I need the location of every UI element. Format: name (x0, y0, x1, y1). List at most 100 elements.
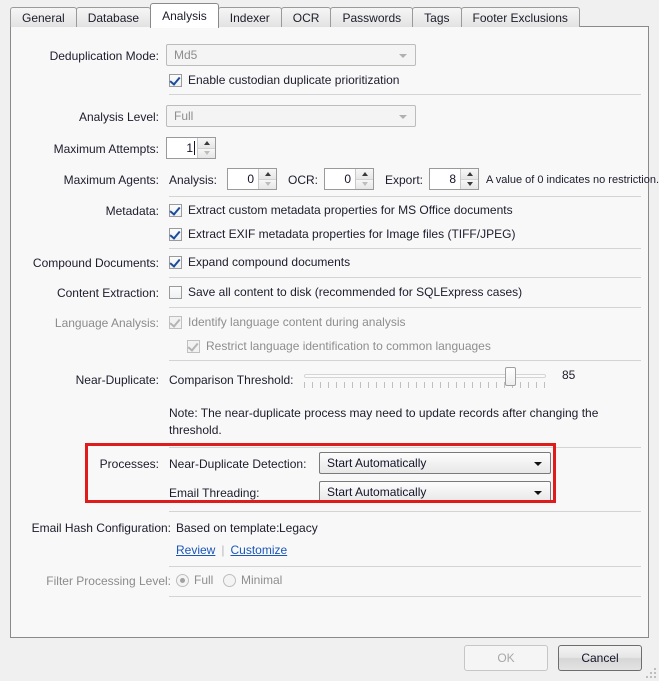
tab-tags[interactable]: Tags (412, 7, 462, 27)
maximum-agents-ocr-value[interactable]: 0 (325, 169, 355, 189)
resize-grip[interactable] (644, 666, 656, 678)
maximum-attempts-label: Maximum Attempts: (53, 142, 159, 156)
metadata-exif-row[interactable]: Extract EXIF metadata properties for Ima… (169, 227, 515, 241)
stepper-up-button[interactable] (259, 169, 276, 180)
language-analysis-label: Language Analysis: (54, 316, 159, 330)
custodian-prioritization-checkbox[interactable] (169, 73, 182, 87)
stepper-down-button[interactable] (259, 179, 276, 189)
ok-button[interactable]: OK (464, 645, 548, 671)
maximum-attempts-stepper[interactable]: 1 (166, 137, 216, 159)
slider-thumb[interactable] (504, 367, 516, 386)
save-content-to-disk-checkbox[interactable] (169, 285, 182, 299)
metadata-label: Metadata: (105, 204, 159, 218)
tab-analysis[interactable]: Analysis (150, 3, 219, 28)
tab-database[interactable]: Database (75, 7, 152, 27)
chevron-down-icon (399, 115, 407, 119)
filter-level-minimal-radio[interactable] (223, 573, 236, 587)
maximum-agents-label: Maximum Agents: (63, 173, 159, 187)
tab-indexer[interactable]: Indexer (217, 7, 282, 27)
expand-compound-documents-row[interactable]: Expand compound documents (169, 255, 350, 269)
tab-passwords[interactable]: Passwords (330, 7, 414, 27)
triangle-up-icon (466, 171, 473, 176)
email-hash-links: Review | Customize (176, 543, 287, 557)
maximum-agents-analysis-stepper[interactable]: 0 (227, 168, 277, 190)
stepper-up-button[interactable] (198, 138, 215, 149)
check-icon (169, 315, 181, 328)
deduplication-mode-value: Md5 (174, 48, 198, 62)
metadata-exif-checkbox[interactable] (169, 227, 182, 241)
stepper-down-button[interactable] (198, 148, 215, 158)
near-duplicate-note: Note: The near-duplicate process may nee… (169, 406, 599, 437)
metadata-exif-label: Extract EXIF metadata properties for Ima… (188, 227, 516, 241)
settings-dialog: General Database Analysis Indexer OCR Pa… (0, 0, 659, 681)
cancel-button[interactable]: Cancel (558, 645, 642, 671)
metadata-office-checkbox[interactable] (169, 203, 182, 217)
review-link[interactable]: Review (176, 543, 215, 557)
stepper-down-button[interactable] (461, 179, 478, 189)
stepper-buttons (258, 169, 276, 189)
analysis-level-combo[interactable]: Full (166, 105, 416, 127)
save-content-to-disk-row[interactable]: Save all content to disk (recommended fo… (169, 285, 522, 299)
link-divider: | (221, 543, 225, 557)
metadata-office-label: Extract custom metadata properties for M… (188, 203, 513, 217)
chevron-down-icon (534, 462, 542, 466)
triangle-up-icon (264, 171, 271, 176)
tab-footer-exclusions[interactable]: Footer Exclusions (460, 7, 580, 27)
maximum-agents-export-value[interactable]: 8 (430, 169, 460, 189)
separator-1 (169, 94, 641, 95)
near-duplicate-detection-value: Start Automatically (327, 456, 427, 470)
stepper-down-button[interactable] (356, 179, 373, 189)
filter-level-full-label: Full (194, 573, 214, 587)
near-duplicate-detection-combo[interactable]: Start Automatically (319, 452, 551, 474)
check-icon (169, 255, 181, 268)
custodian-prioritization-row[interactable]: Enable custodian duplicate prioritizatio… (169, 73, 399, 87)
tab-strip: General Database Analysis Indexer OCR Pa… (10, 3, 580, 28)
separator-8 (169, 511, 641, 512)
content-extraction-label: Content Extraction: (56, 286, 159, 300)
chevron-down-icon (534, 491, 542, 495)
stepper-up-button[interactable] (356, 169, 373, 180)
tab-general[interactable]: General (10, 7, 77, 27)
maximum-agents-ocr-stepper[interactable]: 0 (324, 168, 374, 190)
identify-language-row[interactable]: Identify language content during analysi… (169, 315, 405, 329)
maximum-agents-analysis-value[interactable]: 0 (228, 169, 258, 189)
maximum-agents-ocr-label: OCR: (288, 173, 318, 187)
separator-10 (169, 596, 641, 597)
email-threading-label: Email Threading: (169, 486, 260, 500)
separator-7 (169, 447, 641, 448)
custodian-prioritization-label: Enable custodian duplicate prioritizatio… (188, 73, 400, 87)
restrict-language-label: Restrict language identification to comm… (206, 339, 491, 353)
maximum-agents-export-stepper[interactable]: 8 (429, 168, 479, 190)
restrict-language-checkbox[interactable] (187, 339, 200, 353)
analysis-tab-panel: Deduplication Mode: Md5 Enable custodian… (10, 26, 659, 638)
stepper-buttons (460, 169, 478, 189)
identify-language-checkbox[interactable] (169, 315, 182, 329)
filter-level-full-radio[interactable] (176, 573, 189, 587)
check-icon (187, 339, 199, 352)
deduplication-mode-combo[interactable]: Md5 (166, 44, 416, 66)
near-duplicate-label: Near-Duplicate: (75, 373, 159, 387)
email-threading-combo[interactable]: Start Automatically (319, 481, 551, 503)
triangle-down-icon (203, 151, 210, 156)
check-icon (169, 203, 181, 216)
maximum-agents-hint: A value of 0 indicates no restriction. (486, 174, 659, 186)
radio-dot-icon (180, 577, 185, 583)
stepper-up-button[interactable] (461, 169, 478, 180)
maximum-attempts-value[interactable]: 1 (167, 138, 197, 158)
filter-level-minimal-row[interactable]: Minimal (223, 573, 282, 587)
comparison-threshold-label: Comparison Threshold: (169, 373, 294, 387)
maximum-agents-analysis-label: Analysis: (169, 173, 218, 187)
separator-3 (169, 248, 641, 249)
deduplication-mode-label: Deduplication Mode: (49, 49, 159, 63)
tab-ocr[interactable]: OCR (280, 7, 332, 27)
customize-link[interactable]: Customize (230, 543, 287, 557)
expand-compound-documents-checkbox[interactable] (169, 255, 182, 269)
analysis-level-label: Analysis Level: (78, 110, 159, 124)
metadata-office-row[interactable]: Extract custom metadata properties for M… (169, 203, 513, 217)
filter-level-full-row[interactable]: Full (176, 573, 213, 587)
restrict-language-row[interactable]: Restrict language identification to comm… (187, 339, 491, 353)
processes-label: Processes: (99, 457, 159, 471)
triangle-up-icon (203, 140, 210, 145)
triangle-down-icon (466, 182, 473, 187)
template-value: Legacy (279, 521, 318, 535)
